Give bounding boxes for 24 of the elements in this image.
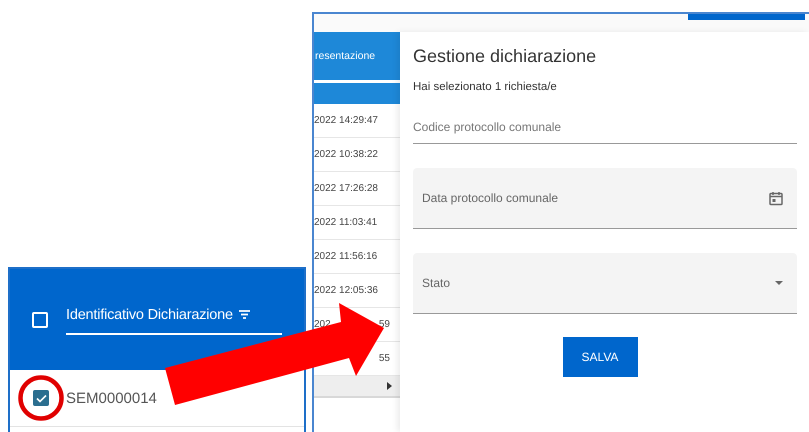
input-field[interactable]: Codice protocollo comunale	[413, 111, 797, 144]
table-cell: 2022 12:05:36	[314, 285, 378, 296]
column-header[interactable]: Identificativo Dichiarazione	[66, 306, 233, 322]
calendar-icon[interactable]	[769, 190, 783, 206]
scroll-right-icon[interactable]	[387, 382, 392, 390]
checkbox[interactable]	[33, 390, 49, 406]
selection-text: Hai selezionato 1 richiesta/e	[413, 81, 558, 93]
save-button[interactable]: SALVA	[562, 337, 638, 377]
table-cell: 2022 14:29:47	[314, 115, 378, 126]
column-header[interactable]: resentazione	[314, 32, 400, 83]
select-field[interactable]: Stato	[413, 253, 797, 314]
table-cell: 2022 11:56:16	[314, 251, 378, 262]
filter-icon[interactable]	[238, 310, 250, 319]
table-cell: SEM0000014	[66, 390, 157, 406]
caret-icon	[775, 281, 783, 285]
scrollbar[interactable]	[314, 376, 400, 398]
table-cell: 2022 17:26:28	[314, 183, 378, 194]
table-cell: 2022 10:38:22	[314, 149, 378, 160]
dialog-title: Gestione dichiarazione	[413, 46, 598, 67]
table-cell: 2022 11:03:41	[314, 217, 378, 228]
date-field[interactable]: Data protocollo comunale	[413, 168, 797, 229]
check-icon	[36, 394, 46, 402]
table-cell: 55	[378, 353, 390, 364]
table-cell: 59	[378, 319, 390, 330]
